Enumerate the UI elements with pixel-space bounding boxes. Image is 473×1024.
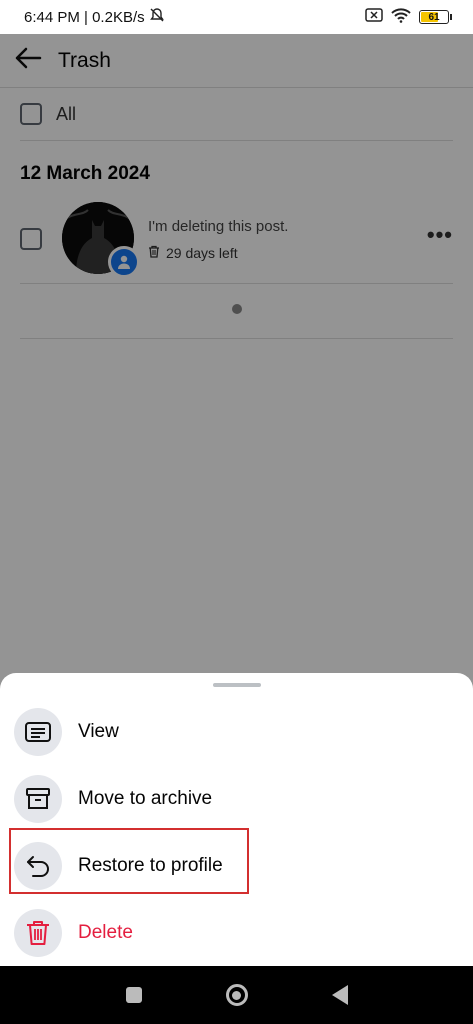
sheet-grabber[interactable] <box>212 683 261 687</box>
mute-bell-icon <box>149 7 165 27</box>
status-right: 61 <box>365 7 452 27</box>
delete-option[interactable]: Delete <box>14 909 133 957</box>
recents-icon[interactable] <box>125 987 142 1003</box>
trash-icon <box>14 909 62 957</box>
battery-icon: 61 <box>419 10 452 24</box>
system-nav-bar <box>0 966 473 1024</box>
home-icon[interactable] <box>225 984 248 1006</box>
move-to-archive-option[interactable]: Move to archive <box>14 775 212 823</box>
view-icon <box>14 708 62 756</box>
back-icon[interactable] <box>331 985 348 1005</box>
archive-icon <box>14 775 62 823</box>
status-bar: 6:44 PM | 0.2KB/s 61 <box>0 0 473 34</box>
view-label: View <box>78 721 119 742</box>
action-bottom-sheet: View Move to archive Restore to profile … <box>0 673 473 966</box>
status-left: 6:44 PM | 0.2KB/s <box>24 7 165 27</box>
status-time-speed: 6:44 PM | 0.2KB/s <box>24 8 145 26</box>
battery-level: 61 <box>428 11 440 23</box>
wifi-icon <box>391 7 411 27</box>
view-option[interactable]: View <box>14 708 119 756</box>
no-sim-icon <box>365 8 383 26</box>
highlight-box <box>9 828 249 894</box>
delete-label: Delete <box>78 922 133 943</box>
move-to-archive-label: Move to archive <box>78 788 213 809</box>
